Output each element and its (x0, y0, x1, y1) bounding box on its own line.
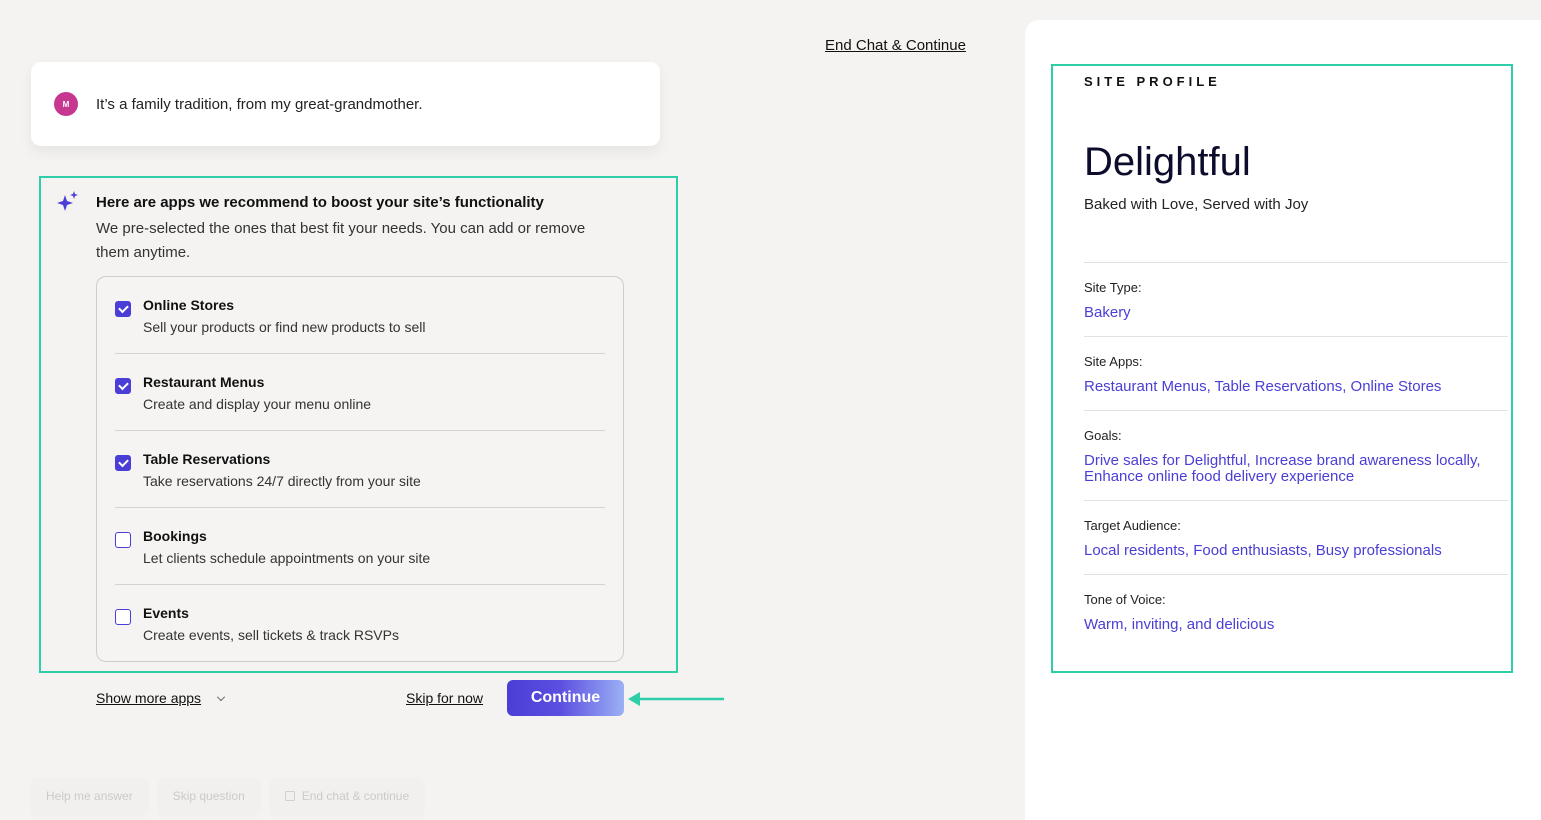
field-value: Bakery (1084, 304, 1131, 321)
quick-actions-bar: Help me answer Skip question End chat & … (31, 778, 425, 814)
app-checkbox[interactable] (115, 455, 131, 471)
profile-field-site-type: Site Type: Bakery (1084, 262, 1508, 321)
field-value: Restaurant Menus, Table Reservations, On… (1084, 378, 1442, 395)
user-avatar: M (54, 92, 78, 116)
app-checkbox[interactable] (115, 609, 131, 625)
app-item-restaurant-menus[interactable]: Restaurant Menus Create and display your… (115, 354, 605, 431)
recommendation-subtitle: We pre-selected the ones that best fit y… (96, 220, 586, 261)
site-profile-heading: SITE PROFILE (1084, 74, 1221, 89)
app-item-bookings[interactable]: Bookings Let clients schedule appointmen… (115, 508, 605, 585)
sparkle-icon (57, 191, 78, 211)
app-item-online-stores[interactable]: Online Stores Sell your products or find… (115, 277, 605, 354)
app-name: Table Reservations (143, 451, 271, 467)
app-description: Take reservations 24/7 directly from you… (143, 473, 421, 489)
field-label: Goals: (1084, 428, 1122, 443)
end-chat-button[interactable]: End chat & continue (269, 778, 425, 814)
app-recommendation-panel: Here are apps we recommend to boost your… (39, 176, 678, 673)
end-chat-continue-link[interactable]: End Chat & Continue (825, 37, 966, 54)
field-label: Site Apps: (1084, 354, 1143, 369)
profile-field-goals: Goals: Drive sales for Delightful, Incre… (1084, 410, 1508, 485)
app-description: Let clients schedule appointments on you… (143, 550, 431, 566)
field-value: Warm, inviting, and delicious (1084, 616, 1275, 633)
app-name: Online Stores (143, 297, 235, 313)
app-checkbox[interactable] (115, 532, 131, 548)
chevron-down-icon[interactable] (217, 693, 225, 701)
profile-field-tone-of-voice: Tone of Voice: Warm, inviting, and delic… (1084, 574, 1508, 633)
app-name: Bookings (143, 528, 207, 544)
recommendation-title: Here are apps we recommend to boost your… (96, 194, 544, 211)
arrow-left-icon (628, 692, 724, 706)
user-message-text: It’s a family tradition, from my great-g… (96, 95, 423, 113)
profile-field-target-audience: Target Audience: Local residents, Food e… (1084, 500, 1508, 559)
app-name: Events (143, 605, 189, 621)
site-name: Delightful (1084, 140, 1251, 184)
skip-for-now-link[interactable]: Skip for now (406, 690, 483, 706)
site-profile-card: SITE PROFILE Delightful Baked with Love,… (1051, 64, 1513, 673)
field-value: Drive sales for Delightful, Increase bra… (1084, 452, 1481, 485)
field-label: Tone of Voice: (1084, 592, 1166, 607)
end-chat-button-label: End chat & continue (301, 789, 410, 803)
apps-list: Online Stores Sell your products or find… (96, 276, 624, 662)
app-item-table-reservations[interactable]: Table Reservations Take reservations 24/… (115, 431, 605, 508)
site-tagline: Baked with Love, Served with Joy (1084, 196, 1309, 213)
profile-field-site-apps: Site Apps: Restaurant Menus, Table Reser… (1084, 336, 1508, 395)
app-description: Create events, sell tickets & track RSVP… (143, 627, 399, 643)
skip-question-button[interactable]: Skip question (157, 778, 260, 814)
field-label: Site Type: (1084, 280, 1142, 295)
continue-button[interactable]: Continue (507, 680, 624, 716)
user-message-bubble: M It’s a family tradition, from my great… (31, 62, 660, 146)
app-description: Sell your products or find new products … (143, 319, 426, 335)
app-item-events[interactable]: Events Create events, sell tickets & tra… (115, 585, 605, 662)
app-checkbox[interactable] (115, 378, 131, 394)
exit-icon (284, 791, 295, 801)
app-checkbox[interactable] (115, 301, 131, 317)
field-label: Target Audience: (1084, 518, 1181, 533)
help-me-answer-button[interactable]: Help me answer (31, 778, 148, 814)
field-value: Local residents, Food enthusiasts, Busy … (1084, 542, 1442, 559)
app-description: Create and display your menu online (143, 396, 372, 412)
show-more-apps-link[interactable]: Show more apps (96, 690, 201, 706)
app-name: Restaurant Menus (143, 374, 265, 390)
